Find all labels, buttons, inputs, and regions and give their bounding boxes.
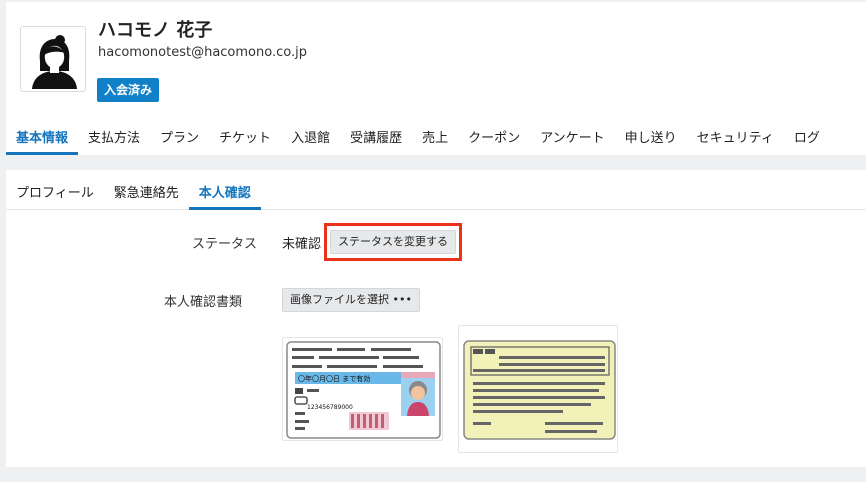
- tab-entry-exit[interactable]: 入退館: [281, 121, 340, 155]
- tab-payment-method[interactable]: 支払方法: [78, 121, 150, 155]
- identity-verification-panel: プロフィール 緊急連絡先 本人確認 ステータス 未確認 ステータスを変更する 本…: [6, 170, 866, 467]
- select-image-file-button[interactable]: 画像ファイルを選択 •••: [282, 288, 420, 312]
- status-value: 未確認: [282, 237, 322, 252]
- member-name: ハコモノ 花子: [98, 20, 213, 41]
- status-label: ステータス: [192, 237, 258, 252]
- id-document-back-image[interactable]: [458, 325, 618, 453]
- change-status-button[interactable]: ステータスを変更する: [330, 230, 456, 254]
- tab-sales[interactable]: 売上: [412, 121, 458, 155]
- tab-coupon[interactable]: クーポン: [458, 121, 530, 155]
- tab-plan[interactable]: プラン: [150, 121, 209, 155]
- license-date-text: 〇年〇月〇日 まで有効: [298, 374, 370, 383]
- membership-status-badge: 入会済み: [97, 78, 160, 102]
- documents-label: 本人確認書類: [164, 295, 243, 310]
- user-avatar-icon: [32, 35, 77, 89]
- main-tab-bar: 基本情報 支払方法 プラン チケット 入退館 受講履歴 売上 クーポン アンケー…: [6, 121, 830, 155]
- subtab-emergency-contact[interactable]: 緊急連絡先: [104, 170, 189, 210]
- subtab-profile[interactable]: プロフィール: [6, 170, 104, 210]
- tab-log[interactable]: ログ: [784, 121, 830, 155]
- tab-security[interactable]: セキュリティ: [687, 121, 784, 155]
- tab-class-history[interactable]: 受講履歴: [340, 121, 412, 155]
- member-email: hacomonotest@hacomono.co.jp: [98, 45, 307, 60]
- license-back-illustration: [463, 340, 616, 440]
- id-document-front-image[interactable]: 〇年〇月〇日 まで有効 123456789000: [282, 337, 443, 441]
- tab-handover-notes[interactable]: 申し送り: [615, 121, 687, 155]
- license-number-text: 123456789000: [307, 404, 353, 411]
- avatar: [20, 26, 86, 92]
- tab-ticket[interactable]: チケット: [209, 121, 281, 155]
- tab-survey[interactable]: アンケート: [530, 121, 614, 155]
- sub-tab-bar: プロフィール 緊急連絡先 本人確認: [6, 170, 866, 210]
- subtab-identity-verification[interactable]: 本人確認: [188, 170, 261, 210]
- tab-basic-info[interactable]: 基本情報: [6, 121, 79, 155]
- license-front-illustration: 〇年〇月〇日 まで有効 123456789000: [286, 341, 441, 439]
